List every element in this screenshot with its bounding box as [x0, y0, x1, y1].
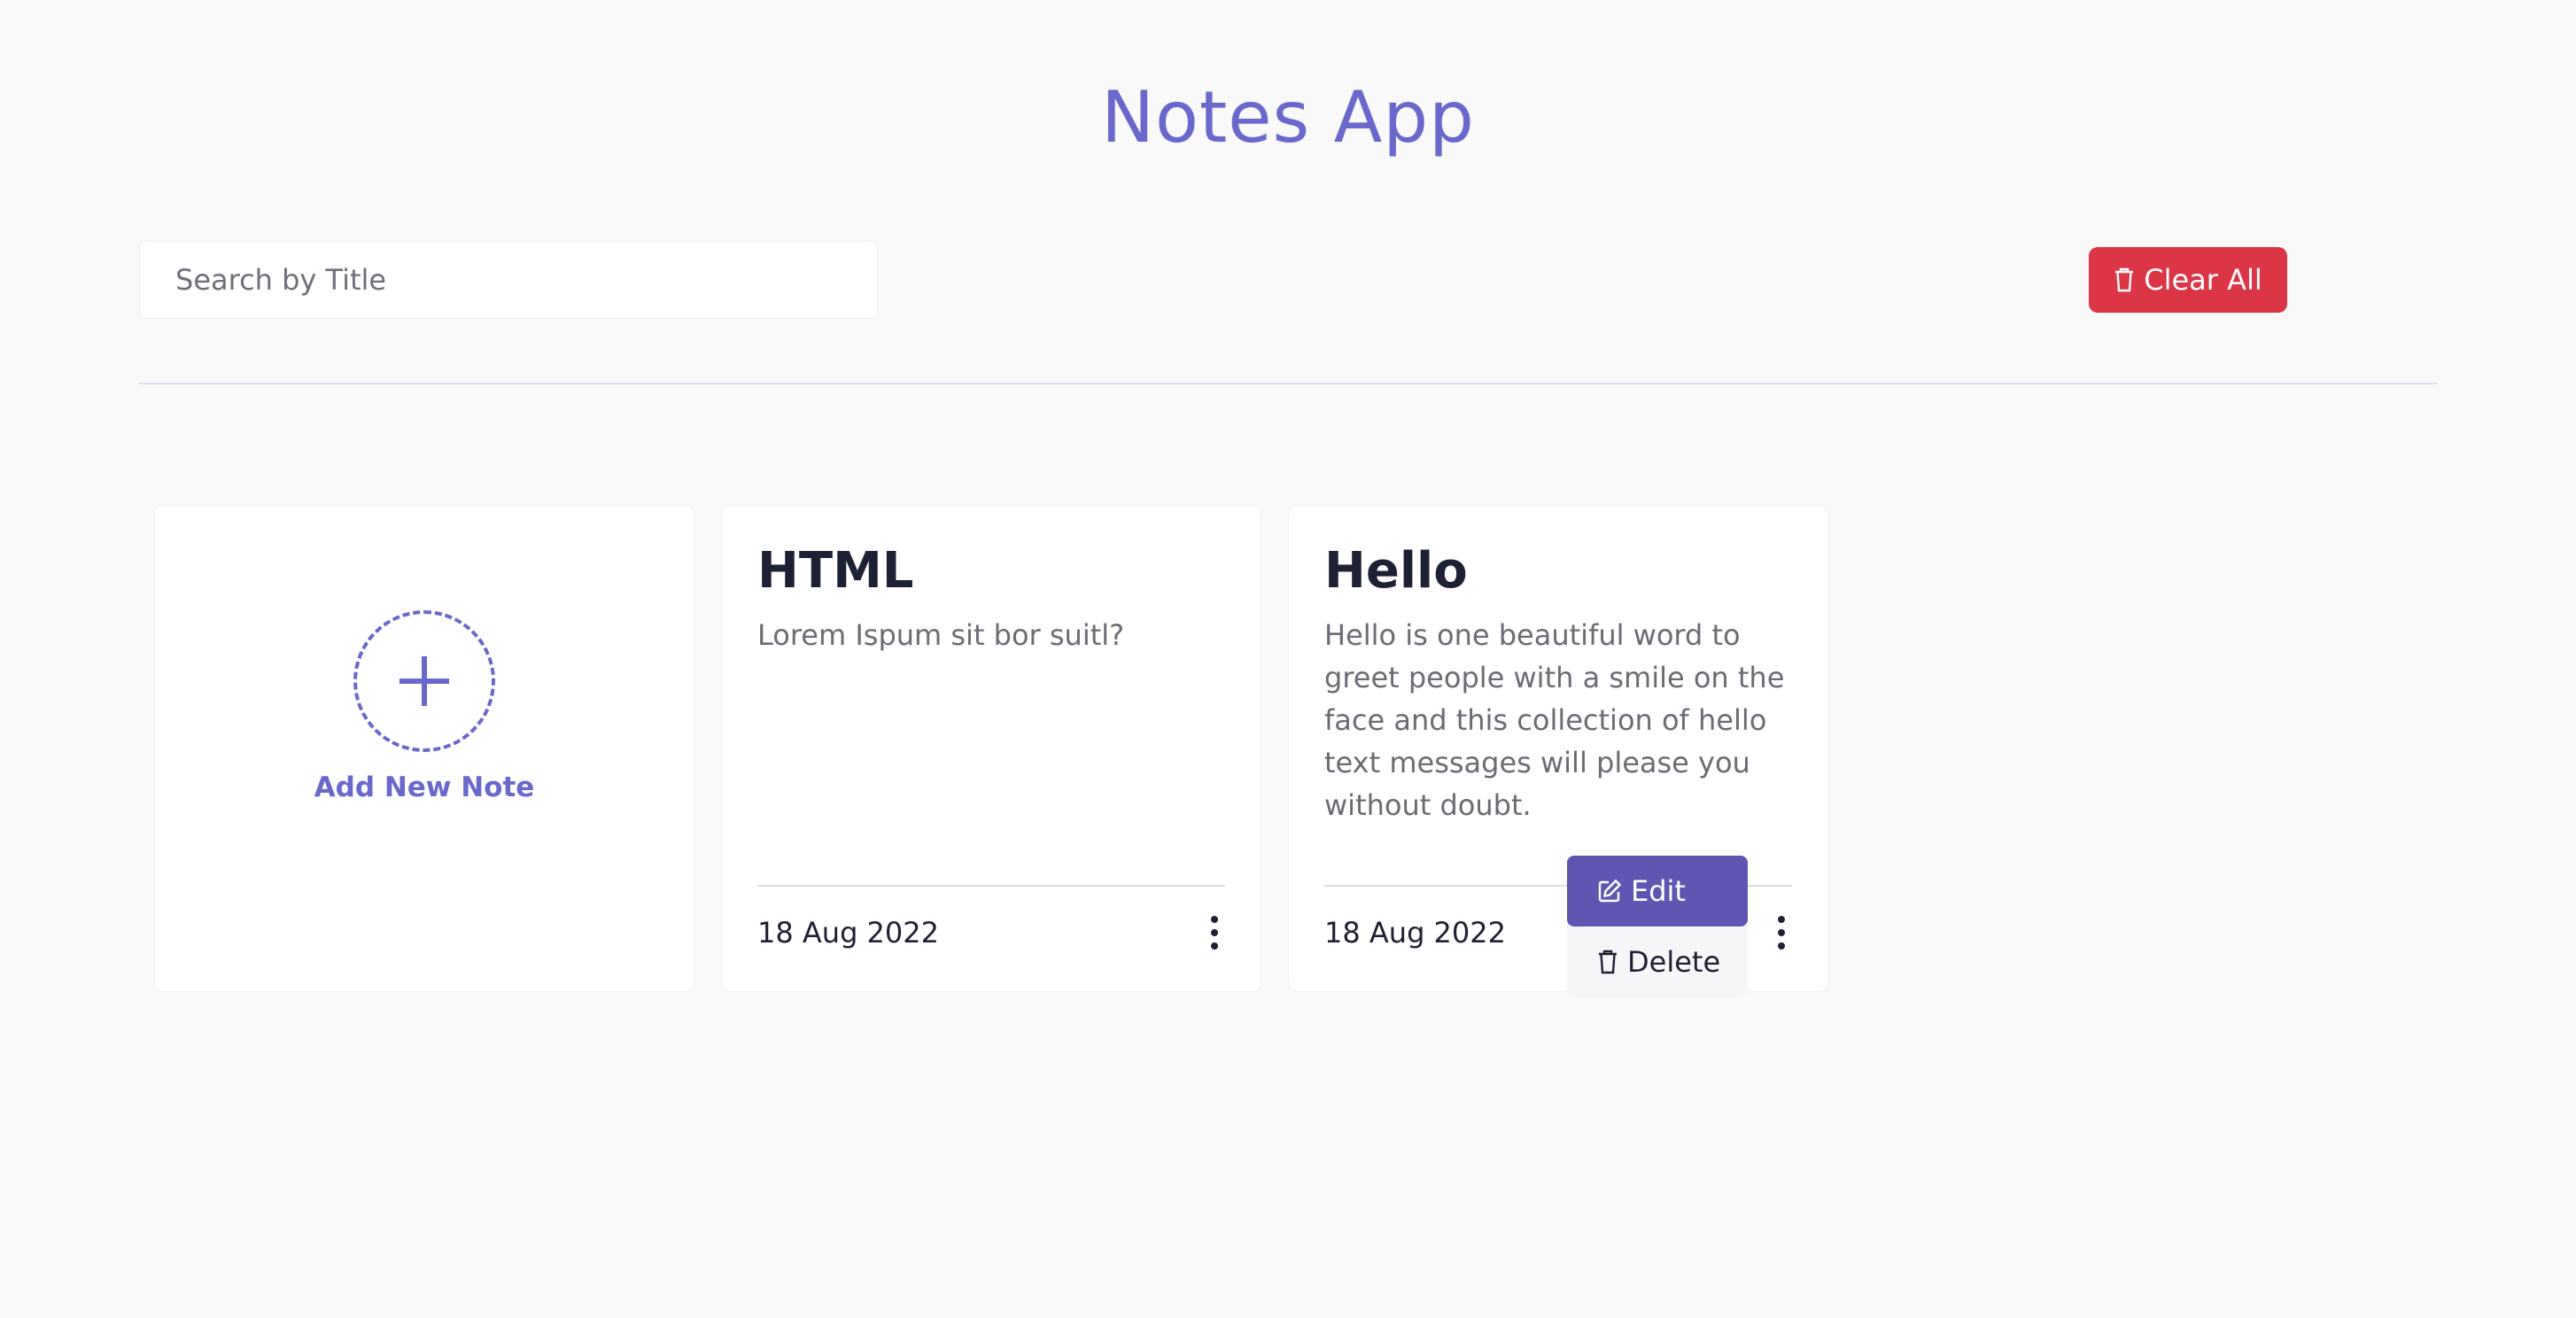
- more-vertical-icon[interactable]: [1771, 910, 1792, 956]
- note-context-menu: Edit Delete: [1567, 856, 1748, 997]
- note-description: Lorem Ispum sit bor suitl?: [757, 618, 1125, 652]
- plus-icon: [396, 653, 453, 709]
- page-title: Notes App: [1101, 76, 1475, 159]
- note-title: HTML: [757, 542, 914, 600]
- trash-icon: [1597, 949, 1618, 975]
- edit-icon: [1597, 879, 1622, 903]
- search-input[interactable]: [139, 241, 878, 319]
- edit-menu-item[interactable]: Edit: [1567, 856, 1748, 926]
- add-note-label: Add New Note: [314, 771, 535, 803]
- note-date: 18 Aug 2022: [757, 916, 939, 950]
- clear-all-label: Clear All: [2144, 263, 2262, 297]
- note-title: Hello: [1324, 542, 1468, 600]
- toolbar-divider: [139, 383, 2437, 384]
- note-card: HTML Lorem Ispum sit bor suitl? 18 Aug 2…: [721, 505, 1261, 992]
- add-note-card[interactable]: Add New Note: [154, 505, 694, 992]
- card-divider: [757, 885, 1225, 887]
- more-vertical-icon[interactable]: [1204, 910, 1225, 956]
- clear-all-button[interactable]: Clear All: [2089, 247, 2287, 313]
- trash-icon: [2114, 267, 2135, 293]
- delete-menu-item[interactable]: Delete: [1567, 926, 1748, 997]
- note-description: Hello is one beautiful word to greet peo…: [1324, 618, 1785, 822]
- delete-label: Delete: [1627, 945, 1721, 979]
- add-note-circle[interactable]: [353, 610, 495, 752]
- edit-label: Edit: [1631, 874, 1686, 908]
- note-date: 18 Aug 2022: [1324, 916, 1506, 950]
